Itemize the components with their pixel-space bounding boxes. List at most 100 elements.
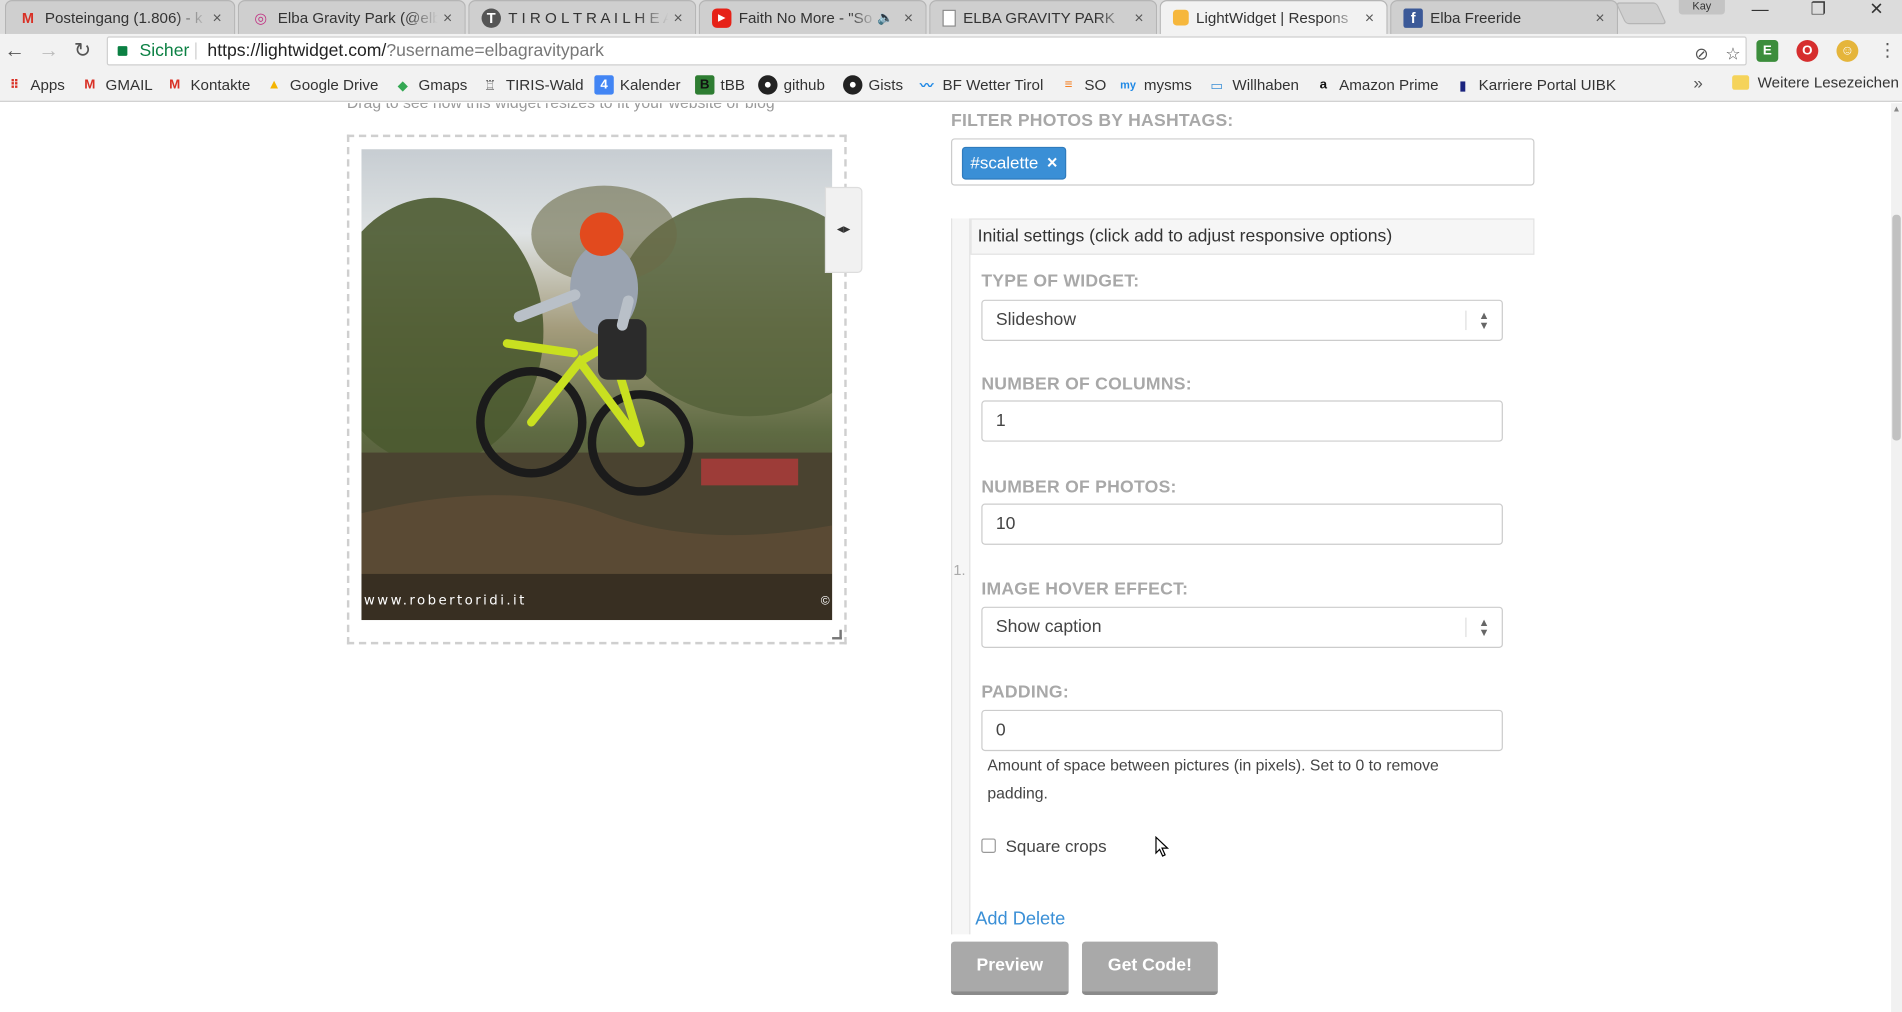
tab-trailhead[interactable]: T T I R O L T R A I L H E A ×	[468, 0, 697, 34]
remove-tag-icon[interactable]: ×	[1047, 148, 1058, 178]
hover-effect-label: IMAGE HOVER EFFECT:	[981, 580, 1189, 600]
bookmarks-overflow-icon[interactable]: »	[1693, 73, 1702, 92]
preview-button[interactable]: Preview	[950, 941, 1069, 995]
bookmark-apps[interactable]: ⠿ Apps	[5, 74, 65, 96]
get-code-button[interactable]: Get Code!	[1081, 941, 1218, 995]
new-tab-button[interactable]	[1615, 2, 1667, 25]
bookmark-gists[interactable]: ● Gists	[843, 74, 903, 96]
square-crops-label: Square crops	[1005, 836, 1107, 856]
bookmark-bf-wetter[interactable]: 〰 BF Wetter Tirol	[917, 74, 1043, 96]
gmail-icon: M	[21, 9, 34, 27]
bookmark-willhaben[interactable]: ▭ Willhaben	[1207, 74, 1299, 96]
lock-icon	[117, 46, 128, 56]
padding-input[interactable]: 0	[981, 709, 1503, 752]
instagram-icon: ◎	[254, 9, 268, 27]
stackoverflow-icon: ≡	[1064, 77, 1073, 93]
bookmark-gmaps[interactable]: ◆ Gmaps	[393, 74, 468, 96]
translate-icon[interactable]: ⊘	[1694, 44, 1708, 63]
restore-icon[interactable]: ❐	[1790, 0, 1846, 19]
close-icon[interactable]: ×	[899, 8, 918, 26]
forward-icon[interactable]: →	[35, 38, 62, 65]
browser-toolbar: ← → ↻ Sicher https://lightwidget.com/?us…	[0, 33, 1902, 68]
back-icon[interactable]: ←	[1, 38, 28, 65]
tab-label: ELBA GRAVITY PARK	[963, 9, 1115, 27]
other-bookmarks-folder[interactable]: Weitere Lesezeichen	[1732, 74, 1899, 91]
close-icon[interactable]: ×	[438, 8, 457, 26]
trailhead-icon: T	[481, 7, 501, 28]
close-icon[interactable]: ×	[668, 8, 687, 26]
scrollbar-thumb[interactable]	[1892, 214, 1901, 441]
apps-icon: ⠿	[9, 78, 20, 92]
bookmark-mysms[interactable]: my mysms	[1118, 74, 1192, 96]
photo-credit: www.robertoridi.it	[363, 592, 527, 608]
resize-grip-icon[interactable]	[832, 629, 842, 640]
tab-lightwidget[interactable]: LightWidget | Respons ×	[1159, 0, 1388, 34]
extension-opera-icon[interactable]: O	[1796, 40, 1819, 62]
github-icon: ●	[758, 75, 778, 95]
speaker-icon[interactable]: 🔈	[877, 10, 894, 26]
calendar-icon: 4	[594, 75, 614, 95]
select-arrows-icon: ▲ ▼	[1465, 617, 1501, 638]
photos-input[interactable]: 10	[981, 503, 1503, 545]
bookmark-kalender[interactable]: 4 Kalender	[594, 74, 681, 96]
tab-facebook[interactable]: f Elba Freeride ×	[1390, 0, 1619, 34]
hashtags-label: FILTER PHOTOS BY HASHTAGS:	[950, 111, 1234, 132]
tab-label: Posteingang (1.806) - k	[44, 9, 203, 27]
mysms-icon: my	[1120, 78, 1136, 92]
widget-preview-frame[interactable]: www.robertoridi.it ©	[346, 134, 847, 645]
bookmark-so[interactable]: ≡ SO	[1059, 74, 1107, 96]
widget-type-select[interactable]: Slideshow ▲ ▼	[981, 299, 1503, 341]
secure-label: Sicher	[139, 41, 190, 61]
menu-icon[interactable]: ⋮	[1874, 38, 1901, 65]
hashtags-input[interactable]: #scalette ×	[950, 138, 1535, 186]
bookmark-star-icon[interactable]: ☆	[1725, 44, 1740, 63]
columns-input[interactable]: 1	[981, 400, 1503, 442]
bookmark-github[interactable]: ● github	[758, 74, 825, 96]
omnibox-actions: ⊘ ☆	[1694, 40, 1740, 67]
bookmark-google-drive[interactable]: ▲ Google Drive	[264, 74, 379, 96]
extension-emoji-icon[interactable]: ☺	[1836, 40, 1859, 62]
bookmark-uibk[interactable]: ▮ Karriere Portal UIBK	[1453, 74, 1616, 96]
bookmark-tiris[interactable]: ♖ TIRIS-Wald	[480, 74, 584, 96]
window-close-icon[interactable]: ✕	[1849, 0, 1902, 19]
page-scrollbar[interactable]: ▲	[1891, 103, 1902, 1012]
tbb-icon: B	[695, 75, 715, 95]
tab-label: Elba Freeride	[1430, 9, 1522, 27]
bookmark-gmail[interactable]: M GMAIL	[80, 74, 153, 96]
url-text[interactable]: https://lightwidget.com/?username=elbagr…	[207, 38, 603, 65]
square-crops-row[interactable]: Square crops	[981, 836, 1107, 856]
tab-instagram[interactable]: ◎ Elba Gravity Park (@elb ×	[237, 0, 466, 34]
willhaben-icon: ▭	[1210, 78, 1223, 93]
close-icon[interactable]: ×	[207, 8, 226, 26]
padding-help-text: Amount of space between pictures (in pix…	[987, 755, 1439, 803]
select-arrows-icon: ▲ ▼	[1465, 310, 1501, 331]
bookmark-tbb[interactable]: BtBB	[695, 74, 745, 96]
panel-header[interactable]: Initial settings (click add to adjust re…	[970, 218, 1535, 255]
close-icon[interactable]: ×	[1129, 8, 1148, 26]
close-icon[interactable]: ×	[1360, 8, 1379, 26]
bookmark-kontakte[interactable]: M Kontakte	[165, 74, 250, 96]
extension-evernote-icon[interactable]: E	[1756, 40, 1779, 62]
tab-gmail[interactable]: M Posteingang (1.806) - k ×	[4, 0, 236, 34]
bookmark-amazon[interactable]: a Amazon Prime	[1314, 74, 1439, 96]
square-crops-checkbox[interactable]	[981, 838, 996, 854]
uibk-icon: ▮	[1459, 78, 1467, 93]
tab-elba-doc[interactable]: ELBA GRAVITY PARK ×	[929, 0, 1158, 34]
scroll-up-icon[interactable]: ▲	[1892, 106, 1900, 114]
tab-youtube[interactable]: ▶ Faith No More - "So 🔈 ×	[698, 0, 927, 34]
omnibox-separator	[195, 42, 197, 60]
gmail-icon: M	[84, 77, 96, 93]
mountain-bike-photo	[361, 185, 833, 621]
close-icon[interactable]: ×	[1590, 8, 1609, 26]
add-link[interactable]: Add	[975, 909, 1007, 930]
amazon-icon: a	[1319, 77, 1328, 93]
delete-link[interactable]: Delete	[1013, 909, 1066, 930]
profile-button[interactable]: Kay	[1678, 0, 1725, 15]
hover-effect-select[interactable]: Show caption ▲ ▼	[981, 606, 1503, 648]
facebook-icon: f	[1403, 7, 1423, 28]
resize-handle-icon[interactable]: ◂▸	[824, 186, 863, 274]
reload-icon[interactable]: ↻	[69, 38, 96, 65]
minimize-icon[interactable]: —	[1732, 0, 1788, 19]
widget-type-label: TYPE OF WIDGET:	[981, 271, 1140, 292]
address-bar[interactable]: Sicher https://lightwidget.com/?username…	[106, 36, 1747, 67]
